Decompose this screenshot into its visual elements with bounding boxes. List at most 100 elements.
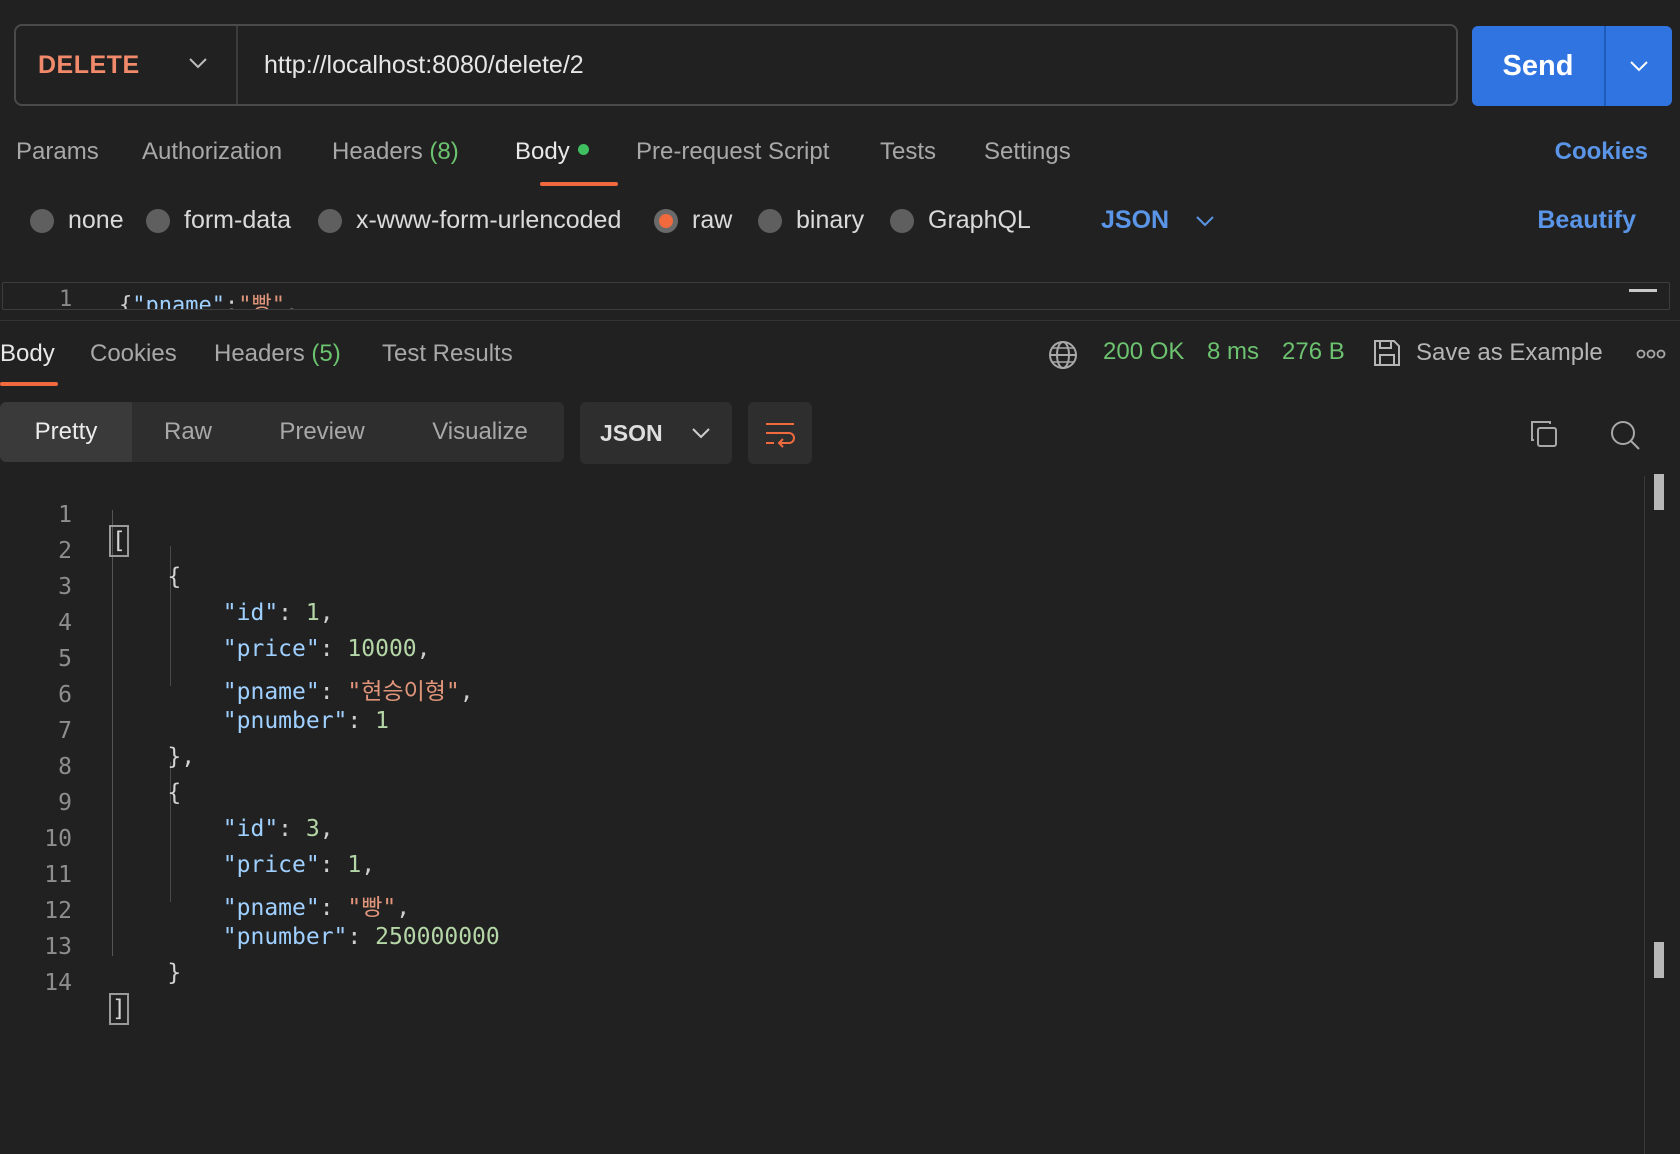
radio-label: none: [68, 206, 124, 234]
radio-label: GraphQL: [928, 206, 1031, 234]
tab-body-label: Body: [515, 138, 570, 165]
tab-tests[interactable]: Tests: [880, 138, 936, 166]
globe-icon[interactable]: [1048, 340, 1078, 370]
code-line: 5 "pname": "현승이형",: [0, 620, 1600, 705]
editor-resize-handle[interactable]: [1629, 289, 1657, 292]
request-url-bar: DELETE: [14, 24, 1458, 106]
chevron-down-icon: [1196, 215, 1214, 226]
tab-response-body[interactable]: Body: [0, 340, 55, 368]
active-tab-indicator: [0, 382, 58, 386]
code-line: 2 {: [0, 512, 1600, 590]
radio-dot: [758, 208, 782, 233]
more-icon[interactable]: [1636, 348, 1666, 360]
radio-label: raw: [692, 206, 733, 234]
chevron-down-icon: [691, 428, 710, 439]
tab-prerequest-script[interactable]: Pre-request Script: [636, 138, 829, 166]
response-size[interactable]: 276 B: [1282, 338, 1345, 366]
radio-dot: [30, 208, 54, 233]
request-body-code: {"pname":"빵",: [119, 287, 298, 310]
send-button[interactable]: Send: [1472, 26, 1604, 106]
tab-settings[interactable]: Settings: [984, 138, 1071, 166]
code-brace: {: [119, 293, 133, 310]
code-line: 1 [: [0, 476, 1600, 557]
code-value: "빵": [238, 293, 285, 310]
code-line: 13 }: [0, 908, 1600, 986]
raw-format-select[interactable]: JSON: [1101, 206, 1215, 235]
scrollbar-marker[interactable]: [1654, 474, 1664, 510]
radio-graphql[interactable]: GraphQL: [890, 206, 1031, 235]
beautify-button[interactable]: Beautify: [1537, 206, 1636, 235]
radio-label: form-data: [184, 206, 291, 234]
response-tabs: Body Cookies Headers (5) Test Results 20…: [0, 336, 1680, 386]
send-button-group: Send: [1472, 26, 1672, 106]
view-preview-button[interactable]: Preview: [254, 402, 390, 462]
view-raw-button[interactable]: Raw: [132, 402, 244, 462]
tab-headers[interactable]: Headers (8): [332, 138, 459, 166]
body-type-selector: none form-data x-www-form-urlencoded raw…: [0, 206, 1680, 246]
tab-response-headers[interactable]: Headers (5): [214, 340, 341, 368]
scrollbar-marker[interactable]: [1654, 942, 1664, 978]
code-line: 7 },: [0, 692, 1600, 770]
line-number: 14: [44, 970, 72, 996]
response-body-viewer[interactable]: 1 [ 2 { 3 "id": 1, 4 "price": 10000, 5 "…: [0, 476, 1644, 1154]
tab-response-headers-label: Headers: [214, 340, 305, 367]
code-line: 4 "price": 10000,: [0, 584, 1600, 662]
request-body-editor[interactable]: 1 {"pname":"빵",: [2, 282, 1670, 310]
code-line: 11 "pname": "빵",: [0, 836, 1600, 921]
code-line: 10 "price": 1,: [0, 800, 1600, 878]
code-line: 14 ]: [0, 944, 1600, 1025]
radio-dot-selected: [654, 208, 678, 233]
code-colon: :: [224, 293, 239, 310]
tab-headers-label: Headers: [332, 138, 423, 165]
chevron-down-icon: [189, 58, 207, 69]
send-options-button[interactable]: [1606, 26, 1672, 106]
matched-bracket: ]: [109, 993, 129, 1025]
pane-divider[interactable]: [0, 320, 1680, 321]
code-line: 12 "pnumber": 250000000: [0, 872, 1600, 950]
save-as-example-button[interactable]: Save as Example: [1372, 338, 1603, 368]
save-icon: [1374, 340, 1400, 366]
radio-dot: [318, 208, 342, 233]
wrap-lines-button[interactable]: [748, 402, 812, 464]
radio-none[interactable]: none: [30, 206, 124, 235]
tab-params[interactable]: Params: [16, 138, 99, 166]
tab-body[interactable]: Body: [515, 138, 589, 166]
radio-dot: [890, 208, 914, 233]
response-format-label: JSON: [600, 419, 663, 446]
radio-raw[interactable]: raw: [654, 206, 732, 235]
active-tab-indicator: [540, 182, 618, 186]
radio-binary[interactable]: binary: [758, 206, 864, 235]
save-as-example-label: Save as Example: [1416, 339, 1603, 366]
code-line: 6 "pnumber": 1: [0, 656, 1600, 734]
tab-response-cookies[interactable]: Cookies: [90, 340, 177, 368]
chevron-down-icon: [1630, 61, 1648, 72]
status-code[interactable]: 200 OK: [1103, 338, 1184, 366]
tab-headers-count: (8): [429, 138, 459, 165]
wrap-icon: [766, 423, 795, 448]
tab-test-results[interactable]: Test Results: [382, 340, 513, 368]
code-line: 3 "id": 1,: [0, 548, 1600, 626]
code-line: 9 "id": 3,: [0, 764, 1600, 842]
tab-response-headers-count: (5): [311, 340, 341, 367]
tab-authorization[interactable]: Authorization: [142, 138, 282, 166]
view-pretty-button[interactable]: Pretty: [0, 402, 132, 462]
request-tabs: Params Authorization Headers (8) Body Pr…: [0, 130, 1680, 186]
radio-label: binary: [796, 206, 865, 234]
radio-form-data[interactable]: form-data: [146, 206, 291, 235]
editor-scroll-track[interactable]: [1644, 476, 1645, 1154]
radio-dot: [146, 208, 170, 233]
radio-label: x-www-form-urlencoded: [356, 206, 622, 234]
search-icon[interactable]: [1608, 418, 1642, 452]
cookies-link[interactable]: Cookies: [1555, 138, 1648, 166]
response-time[interactable]: 8 ms: [1207, 338, 1259, 366]
radio-x-www-form-urlencoded[interactable]: x-www-form-urlencoded: [318, 206, 621, 235]
code-key: "pname": [132, 293, 225, 310]
method-label: DELETE: [38, 50, 140, 79]
method-select[interactable]: DELETE: [16, 26, 238, 104]
response-format-select[interactable]: JSON: [580, 402, 732, 464]
url-input[interactable]: [238, 26, 1456, 104]
view-mode-segmented: Pretty Raw Preview Visualize: [0, 402, 564, 462]
view-visualize-button[interactable]: Visualize: [398, 402, 562, 462]
copy-icon[interactable]: [1528, 418, 1560, 450]
code-line: 8 {: [0, 728, 1600, 806]
